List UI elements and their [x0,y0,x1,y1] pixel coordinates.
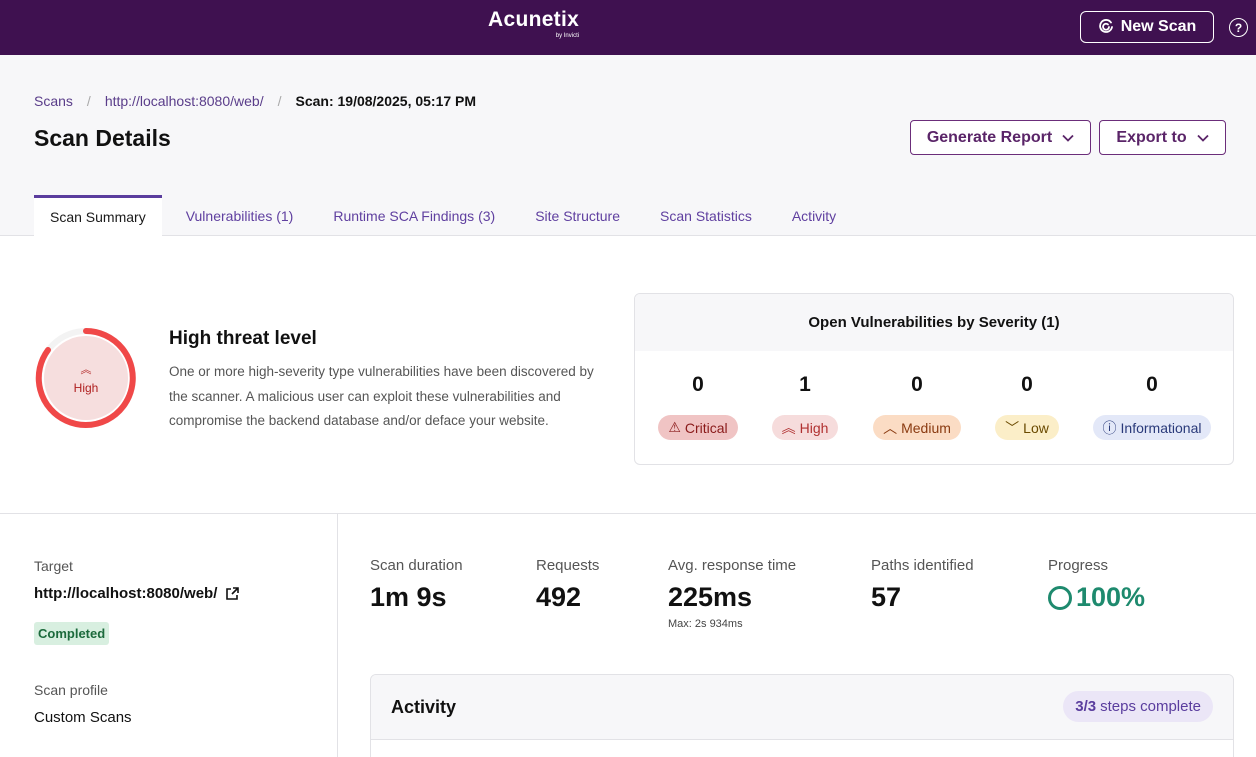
help-icon[interactable]: ? [1229,18,1248,37]
severity-pill: ︿ Medium [873,415,961,440]
logo-by: by Invicti [555,33,580,39]
avg-response-label: Avg. response time [668,557,797,574]
tab-runtime-sca-findings[interactable]: Runtime SCA Findings (3) [317,195,511,236]
scan-duration-label: Scan duration [370,557,463,574]
paths-identified-value: 57 [871,582,902,612]
breadcrumb-current: Scan: 19/08/2025, 05:17 PM [295,93,477,109]
requests-label: Requests [536,557,600,574]
severity-label: High [799,419,829,436]
generate-report-button[interactable]: Generate Report [910,120,1091,155]
chevron-down-icon [1196,134,1209,142]
threat-level-badge: ︽ High [44,336,128,420]
severity-pill: ⚠ Critical [658,415,738,440]
tab-bar: Scan Summary Vulnerabilities (1) Runtime… [34,195,860,236]
breadcrumb-target[interactable]: http://localhost:8080/web/ [105,93,264,109]
scan-duration-value: 1m 9s [370,582,447,612]
tab-scan-statistics[interactable]: Scan Statistics [644,195,768,236]
severity-card-title: Open Vulnerabilities by Severity (1) [635,294,1233,351]
severity-pill: ︽ High [771,415,839,440]
status-badge: Completed [34,622,110,645]
threat-level-label: High [73,381,99,395]
tab-site-structure[interactable]: Site Structure [519,195,636,236]
paths-identified-label: Paths identified [871,557,974,574]
avg-response-value: 225ms [668,582,753,612]
avg-response-max: Max: 2s 934ms [668,618,743,630]
severity-informational[interactable]: 0 ⓘ Informational [1082,351,1222,440]
steps-text: steps complete [1100,698,1201,715]
tab-vulnerabilities[interactable]: Vulnerabilities (1) [170,195,310,236]
threat-description: One or more high-severity type vulnerabi… [169,364,594,428]
target-url-text: http://localhost:8080/web/ [34,585,218,602]
target-label: Target [34,558,73,574]
severity-label: Critical [684,419,728,436]
acunetix-logo[interactable]: Acunetix by Invicti [488,8,580,39]
info-circle-icon: ⓘ [1102,419,1117,436]
scan-header: Scans / http://localhost:8080/web/ / Sca… [0,55,1256,236]
severity-label: Medium [901,419,951,436]
severity-low[interactable]: 0 ﹀ Low [957,351,1097,440]
tab-activity[interactable]: Activity [776,195,852,236]
section-divider [0,513,1256,514]
activity-title: Activity [391,697,457,717]
steps-badge: 3/3 steps complete [1063,691,1213,722]
chevron-down-icon [1062,134,1074,142]
activity-header: Activity 3/3 steps complete [371,675,1233,740]
breadcrumb-separator: / [277,93,282,109]
steps-count: 3/3 [1075,698,1097,715]
scan-icon [1098,19,1113,33]
requests-value: 492 [536,582,582,612]
severity-label: Low [1023,419,1049,436]
export-to-button[interactable]: Export to [1099,120,1226,155]
threat-title: High threat level [169,328,317,349]
severity-count: 1 [799,373,811,396]
double-chevron-up-icon: ︽ [80,364,92,376]
warning-triangle-icon: ⚠ [668,419,681,435]
breadcrumb: Scans / http://localhost:8080/web/ / Sca… [34,93,476,109]
breadcrumb-separator: / [86,93,91,109]
export-to-label: Export to [1116,128,1187,146]
logo-name: Acunetix [488,8,580,31]
column-divider [337,514,338,757]
activity-card: Activity 3/3 steps complete [370,674,1234,757]
new-scan-label: New Scan [1120,18,1197,35]
progress-indicator: 100% [1048,582,1145,613]
severity-count: 0 [911,373,923,396]
chevron-down-icon: ﹀ [1005,419,1020,436]
progress-value: 100% [1076,582,1146,612]
progress-circle-icon [1048,585,1072,610]
progress-label: Progress [1048,557,1109,574]
chevron-up-icon: ︿ [883,419,898,436]
breadcrumb-scans[interactable]: Scans [34,93,73,109]
scan-profile-value: Custom Scans [34,709,132,726]
double-chevron-up-icon: ︽ [781,419,796,436]
severity-count: 0 [1146,373,1158,396]
page-title: Scan Details [34,125,171,151]
generate-report-label: Generate Report [926,128,1053,146]
severity-label: Informational [1120,419,1202,436]
top-bar: Acunetix by Invicti New Scan ? [0,0,1256,55]
new-scan-button[interactable]: New Scan [1080,11,1214,43]
severity-card: Open Vulnerabilities by Severity (1) 0 ⚠… [634,293,1234,465]
severity-columns: 0 ⚠ Critical 1 ︽ High 0 ︿ Medium 0 ﹀ Low… [635,351,1233,464]
external-link-icon[interactable] [225,586,240,601]
tab-scan-summary[interactable]: Scan Summary [34,195,162,236]
severity-count: 0 [1021,373,1033,396]
severity-pill: ﹀ Low [995,415,1059,440]
scan-profile-label: Scan profile [34,682,108,698]
target-url[interactable]: http://localhost:8080/web/ [34,585,240,602]
severity-count: 0 [692,373,704,396]
severity-pill: ⓘ Informational [1092,415,1212,440]
